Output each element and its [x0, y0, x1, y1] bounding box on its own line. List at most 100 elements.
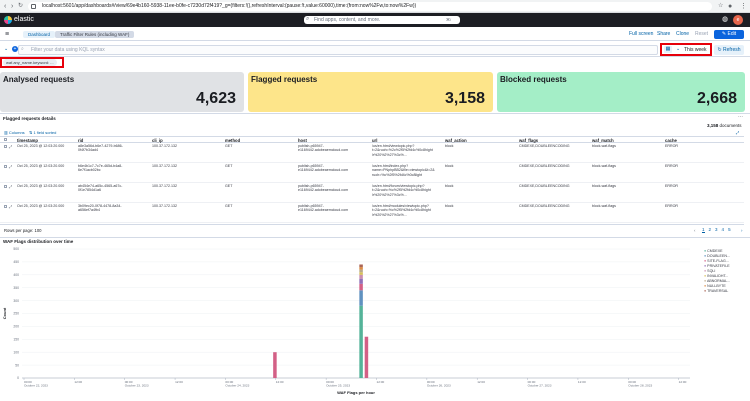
y-tick-label: 400 [13, 273, 19, 277]
table-cell-waf-match: block-waf-flags [592, 144, 616, 148]
waf-flags-chart: 0 50 100 150 200 250 300 350 400 450 500 00:00 Octob… [2, 247, 690, 395]
bar-segment [359, 269, 363, 273]
table-cell-waf-action: block [445, 144, 454, 148]
filter-pill[interactable]: waf.any_name.keyword: ... [3, 59, 57, 66]
table-cell-rid: a8e3a56d-b6e7-4279-b686- 0f4f7b34ad4 [78, 144, 123, 153]
table-cell-cache: ERROR [665, 144, 678, 148]
col-header-waf-flags[interactable]: waf_flags [519, 138, 538, 143]
time-range-label[interactable]: This week [684, 47, 707, 53]
legend-label: SITE-FLAG... [707, 259, 729, 263]
x-tick-label: 12:00 [175, 380, 183, 384]
y-tick-label: 0 [17, 376, 19, 380]
star-icon[interactable]: ☆ [718, 3, 723, 10]
bar-segment [359, 305, 363, 378]
table-cell-method: GET [225, 144, 233, 148]
row-checkbox[interactable] [4, 205, 7, 208]
bar-segment [359, 267, 363, 270]
pagination-prev-icon[interactable]: ‹ [694, 228, 696, 233]
site-info-icon[interactable] [31, 4, 36, 9]
table-cell-rid: 3b09ec20-0f78-4478-8a34- a656ef7a4fb4 [78, 204, 122, 213]
kql-query-input[interactable]: Filter your data using KQL syntax [18, 45, 658, 55]
reset-button[interactable]: Reset [695, 31, 708, 38]
edit-button[interactable]: ✎ Edit [714, 30, 744, 39]
col-header-timestamp[interactable]: timestamp [17, 138, 38, 143]
url-text: localhost:5601/app/dashboards#/view/69e4… [42, 3, 417, 9]
chevron-down-icon[interactable]: ⌄ [676, 46, 680, 52]
legend-item[interactable]: ● TRAVERSAL [704, 289, 748, 294]
metric-value: 3,158 [444, 90, 485, 107]
profile-icon[interactable]: ● [728, 3, 732, 10]
x-tick-label: 12:00 [74, 380, 82, 384]
address-bar[interactable]: localhost:5601/app/dashboards#/view/69e4… [28, 2, 712, 11]
expand-row-icon[interactable]: ⤢ [9, 204, 12, 209]
row-checkbox[interactable] [4, 185, 7, 188]
expand-row-icon[interactable]: ⤢ [9, 144, 12, 149]
row-checkbox[interactable] [4, 145, 7, 148]
metric-value: 2,668 [696, 90, 737, 107]
y-tick-label: 50 [15, 363, 19, 367]
y-tick-label: 450 [13, 260, 19, 264]
bar-segment [359, 290, 363, 306]
col-header-url[interactable]: url [372, 138, 377, 143]
page-4[interactable]: 4 [722, 227, 725, 233]
menu-toggle-icon[interactable]: ≡ [5, 31, 9, 38]
legend-label: INVALIDHT... [707, 274, 729, 278]
share-button[interactable]: Share [657, 31, 670, 38]
elastic-logo-icon[interactable] [4, 16, 12, 24]
table-cell-host: publish-p65947- e1169442.adobeaemcloud.c… [298, 184, 349, 193]
col-header-waf-action[interactable]: waf_action [445, 138, 467, 143]
more-menu-icon[interactable]: ⋮ [740, 3, 747, 10]
help-icon[interactable]: ◍ [722, 15, 728, 23]
x-tick-label: 12:00 [376, 380, 384, 384]
page-2[interactable]: 2 [709, 227, 712, 233]
row-checkbox[interactable] [4, 165, 7, 168]
global-search-input[interactable]: Find apps, content, and more. [304, 16, 460, 24]
expand-row-icon[interactable]: ⤢ [9, 184, 12, 189]
legend-label: CMDEXE [707, 249, 723, 253]
doc-label: documents [719, 123, 742, 128]
col-header-cache[interactable]: cache [665, 138, 677, 143]
panel-options-icon[interactable]: ⋯ [738, 114, 743, 120]
table-cell-host: publish-p65947- e1169442.adobeaemcloud.c… [298, 144, 349, 153]
col-header-method[interactable]: method [225, 138, 240, 143]
user-avatar[interactable]: e [733, 15, 743, 25]
forward-icon[interactable]: › [11, 3, 13, 10]
fullscreen-table-icon[interactable]: ⤢ [736, 130, 739, 135]
legend-label: PRIVATEFILE [707, 264, 730, 268]
pagination-next-icon[interactable]: › [741, 228, 743, 233]
sort-button[interactable]: ⇅ 1 field sorted [29, 130, 56, 135]
col-header-host[interactable]: host [298, 138, 307, 143]
page-5[interactable]: 5 [728, 227, 731, 233]
table-title: Flagged requests details [3, 116, 56, 121]
y-tick-label: 100 [13, 350, 19, 354]
table-cell-waf-action: block [445, 164, 454, 168]
expand-row-icon[interactable]: ⤢ [9, 164, 12, 169]
refresh-button[interactable]: ↻ Refresh [714, 45, 744, 55]
table-cell-timestamp: Oct 25, 2023 @ 12:03:20.000 [17, 204, 65, 208]
table-cell-timestamp: Oct 25, 2023 @ 12:03:20.000 [17, 184, 65, 188]
rows-per-page-select[interactable]: Rows per page: 100 [4, 228, 41, 233]
reload-icon[interactable]: ↻ [18, 3, 23, 10]
columns-button[interactable]: ▥ Columns [4, 130, 25, 135]
col-header-rid[interactable]: rid [78, 138, 83, 143]
full-screen-button[interactable]: Full screen [629, 31, 653, 38]
breadcrumb-dashboard[interactable]: Dashboard [23, 31, 56, 38]
page-1[interactable]: 1 [702, 227, 705, 233]
page-3[interactable]: 3 [715, 227, 718, 233]
calendar-icon[interactable]: ▦ [664, 46, 672, 53]
filter-pill-label: waf.any_name.keyword: ... [6, 60, 54, 65]
col-header-cli-ip[interactable]: cli_ip [152, 138, 163, 143]
select-all-checkbox[interactable] [4, 138, 7, 141]
bar-segment [359, 274, 363, 279]
clone-button[interactable]: Clone [676, 31, 689, 38]
legend-label: SQLI [707, 269, 716, 273]
table-cell-cli-ip: 100.37.172.132 [152, 184, 177, 188]
y-tick-label: 350 [13, 286, 19, 290]
saved-query-icon[interactable]: ⌄ [4, 46, 8, 52]
breadcrumb-current: Traffic Filter Rules (including WAF) [55, 31, 135, 38]
columns-label: Columns [8, 130, 25, 135]
table-cell-rid: b6e4b1c7-7c7e-465d-b4a8- 6e7f1acb02bc [78, 164, 123, 173]
col-header-waf-match[interactable]: waf_match [592, 138, 614, 143]
y-axis-label: Count [2, 307, 7, 319]
back-icon[interactable]: ‹ [4, 3, 6, 10]
